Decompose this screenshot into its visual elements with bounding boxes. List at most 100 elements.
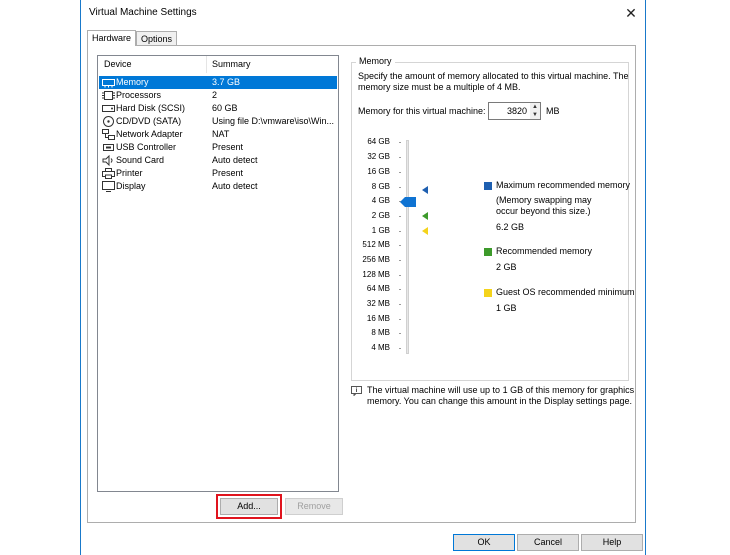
hardware-tab-pane: Device Summary Memory 3.7 GB Processors … (87, 45, 636, 523)
device-summary: Present (212, 168, 244, 178)
memory-increase-button[interactable]: ▲ (530, 103, 540, 111)
scale-tick (399, 333, 401, 334)
scale-label: 8 GB (371, 182, 390, 191)
info-icon (351, 386, 362, 396)
device-row-sound-card[interactable]: Sound Card Auto detect (99, 154, 337, 167)
scale-tick (399, 231, 401, 232)
memory-value-input[interactable] (491, 105, 527, 117)
scale-tick (399, 187, 401, 188)
cancel-button[interactable]: Cancel (517, 534, 579, 551)
device-row-printer[interactable]: Printer Present (99, 167, 337, 180)
device-summary: Using file D:\vmware\iso\Win... (212, 116, 335, 126)
scale-tick (399, 260, 401, 261)
help-button[interactable]: Help (581, 534, 643, 551)
column-header-summary[interactable]: Summary (207, 56, 338, 73)
memory-group-label: Memory (356, 56, 395, 66)
max-recommended-swatch (484, 182, 492, 190)
device-row-usb-controller[interactable]: USB Controller Present (99, 141, 337, 154)
cd-dvd-icon (103, 116, 114, 127)
device-name: Display (116, 181, 146, 191)
scale-label: 16 MB (366, 314, 390, 323)
max-recommended-note-line2: occur beyond this size.) (496, 206, 591, 216)
close-button[interactable]: ✕ (621, 3, 641, 23)
scale-tick (399, 275, 401, 276)
guest-minimum-swatch (484, 289, 492, 297)
scale-label: 64 GB (367, 137, 390, 146)
device-row-display[interactable]: Display Auto detect (99, 180, 337, 193)
max-recommended-label: Maximum recommended memory (496, 180, 631, 190)
graphics-memory-note-line1: The virtual machine will use up to 1 GB … (367, 385, 635, 395)
device-summary: NAT (212, 129, 230, 139)
scale-label: 1 GB (371, 226, 390, 235)
guest-minimum-marker (422, 227, 428, 235)
graphics-memory-note-line2: memory. You can change this amount in th… (367, 396, 632, 406)
memory-description-line1: Specify the amount of memory allocated t… (358, 71, 629, 81)
scale-tick (399, 172, 401, 173)
memory-unit-label: MB (546, 106, 560, 116)
device-name: Sound Card (116, 155, 165, 165)
column-header-device[interactable]: Device (98, 56, 207, 73)
recommended-swatch (484, 248, 492, 256)
max-recommended-value: 6.2 GB (496, 222, 525, 232)
network-adapter-icon (102, 129, 115, 140)
scale-label: 8 MB (371, 328, 390, 337)
tab-hardware-label: Hardware (92, 33, 132, 43)
memory-icon (102, 79, 115, 88)
scale-label: 4 GB (371, 196, 390, 205)
memory-description-line2: memory size must be a multiple of 4 MB. (358, 82, 521, 92)
guest-minimum-label: Guest OS recommended minimum (496, 287, 635, 297)
title-bar: Virtual Machine Settings ✕ (81, 0, 645, 26)
scale-tick (399, 216, 401, 217)
device-summary: Auto detect (212, 155, 258, 165)
vm-settings-window: Virtual Machine Settings ✕ Hardware Opti… (80, 0, 646, 555)
device-name: Processors (116, 90, 162, 100)
memory-slider-thumb[interactable] (400, 197, 416, 207)
recommended-value: 2 GB (496, 262, 517, 272)
scale-label: 256 MB (362, 255, 390, 264)
scale-label: 32 MB (366, 299, 390, 308)
hard-disk-icon (102, 105, 115, 112)
max-recommended-note-line1: (Memory swapping may (496, 195, 592, 205)
remove-button[interactable]: Remove (285, 498, 343, 515)
tab-options[interactable]: Options (136, 31, 178, 46)
scale-tick (399, 157, 401, 158)
device-list[interactable]: Device Summary Memory 3.7 GB Processors … (97, 55, 339, 492)
scale-tick (399, 348, 401, 349)
scale-label: 512 MB (362, 240, 390, 249)
device-row-hard-disk[interactable]: Hard Disk (SCSI) 60 GB (99, 102, 337, 115)
device-row-memory[interactable]: Memory 3.7 GB (99, 76, 337, 89)
tab-options-label: Options (141, 34, 173, 44)
scale-label: 4 MB (371, 343, 390, 352)
device-row-network-adapter[interactable]: Network Adapter NAT (99, 128, 337, 141)
close-icon: ✕ (625, 5, 637, 21)
device-summary: Auto detect (212, 181, 258, 191)
device-name: USB Controller (116, 142, 177, 152)
device-row-cd-dvd[interactable]: CD/DVD (SATA) Using file D:\vmware\iso\W… (99, 115, 337, 128)
device-row-processors[interactable]: Processors 2 (99, 89, 337, 102)
guest-minimum-value: 1 GB (496, 303, 517, 313)
scale-label: 32 GB (367, 152, 390, 161)
device-name: Memory (116, 77, 149, 87)
tab-hardware[interactable]: Hardware (87, 30, 137, 46)
memory-spinbox: ▲ ▼ (488, 102, 541, 120)
sound-card-icon (102, 155, 113, 166)
max-recommended-marker (422, 186, 428, 194)
memory-slider-track[interactable] (406, 140, 409, 354)
device-name: Hard Disk (SCSI) (116, 103, 186, 113)
scale-label: 64 MB (366, 284, 390, 293)
window-title: Virtual Machine Settings (89, 7, 197, 18)
memory-decrease-button[interactable]: ▼ (530, 111, 540, 119)
usb-controller-icon (103, 144, 114, 151)
device-name: Printer (116, 168, 143, 178)
device-summary: 2 (212, 90, 218, 100)
scale-label: 16 GB (367, 167, 390, 176)
scale-tick (399, 245, 401, 246)
device-summary: Present (212, 142, 244, 152)
device-summary: 3.7 GB (212, 77, 241, 87)
scale-tick (399, 304, 401, 305)
processor-icon (102, 91, 115, 100)
add-button[interactable]: Add... (220, 498, 278, 515)
recommended-label: Recommended memory (496, 246, 593, 256)
chevron-up-icon: ▲ (532, 104, 538, 110)
ok-button[interactable]: OK (453, 534, 515, 551)
